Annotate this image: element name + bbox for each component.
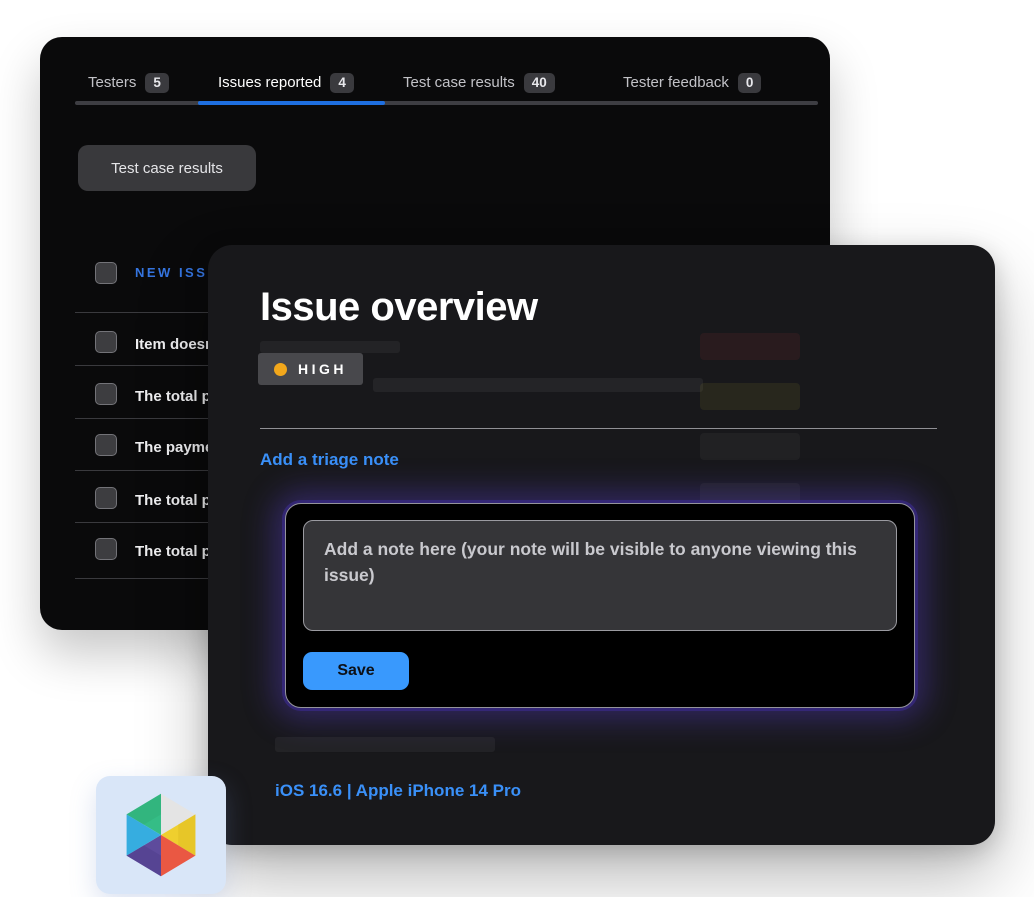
tab-issues-reported[interactable]: Issues reported 4 [218,73,354,93]
issue-overview-title: Issue overview [260,285,538,329]
cube-hexagon-logo-icon [118,790,204,880]
ghost-dimmed-chip [700,433,800,460]
issue-row-label[interactable]: The payme [135,437,213,459]
issue-row-label[interactable]: The total pr [135,386,217,408]
ghost-dimmed-text [260,341,400,353]
tab-test-case-results-count-badge: 40 [524,73,555,93]
app-logo [96,776,226,894]
issue-row-label[interactable]: The total pr [135,490,217,512]
tab-tester-feedback-label: Tester feedback [623,74,729,91]
save-button[interactable]: Save [303,652,409,690]
issue-row-checkbox[interactable] [95,331,117,353]
new-issues-section-header: NEW ISS [135,265,207,280]
tab-issues-reported-label: Issues reported [218,74,321,91]
ghost-dimmed-chip [700,333,800,360]
add-triage-note-link[interactable]: Add a triage note [260,450,399,470]
test-case-results-filter-button[interactable]: Test case results [78,145,256,191]
tab-issues-reported-count-badge: 4 [330,73,354,93]
tab-tester-feedback-count-badge: 0 [738,73,762,93]
tab-tester-feedback[interactable]: Tester feedback 0 [623,73,761,93]
tab-test-case-results[interactable]: Test case results 40 [403,73,555,93]
issue-row-checkbox[interactable] [95,538,117,560]
filter-button-label: Test case results [111,160,223,177]
triage-note-card: Save [285,503,915,708]
section-divider [260,428,937,429]
page: Testers 5 Issues reported 4 Test case re… [0,0,1034,897]
severity-label: HIGH [298,362,347,376]
ghost-dimmed-label [275,737,495,752]
tab-divider-track [75,101,818,105]
ghost-dimmed-text [373,378,703,392]
issue-row-checkbox[interactable] [95,434,117,456]
tab-testers-count-badge: 5 [145,73,169,93]
select-all-checkbox[interactable] [95,262,117,284]
environment-link[interactable]: iOS 16.6 | Apple iPhone 14 Pro [275,781,521,801]
issue-row-checkbox[interactable] [95,487,117,509]
issue-row-label[interactable]: Item doesn [135,334,214,356]
severity-dot-icon [274,363,287,376]
tab-testers[interactable]: Testers 5 [88,73,169,93]
issue-row-checkbox[interactable] [95,383,117,405]
tab-test-case-results-label: Test case results [403,74,515,91]
issue-row-label[interactable]: The total pr [135,541,217,563]
tab-testers-label: Testers [88,74,136,91]
issue-overview-dialog: Issue overview HIGH Add a triage note Sa… [208,245,995,845]
active-tab-underline [198,101,385,105]
severity-badge: HIGH [258,353,363,385]
ghost-dimmed-chip [700,383,800,410]
triage-note-input[interactable] [303,520,897,631]
